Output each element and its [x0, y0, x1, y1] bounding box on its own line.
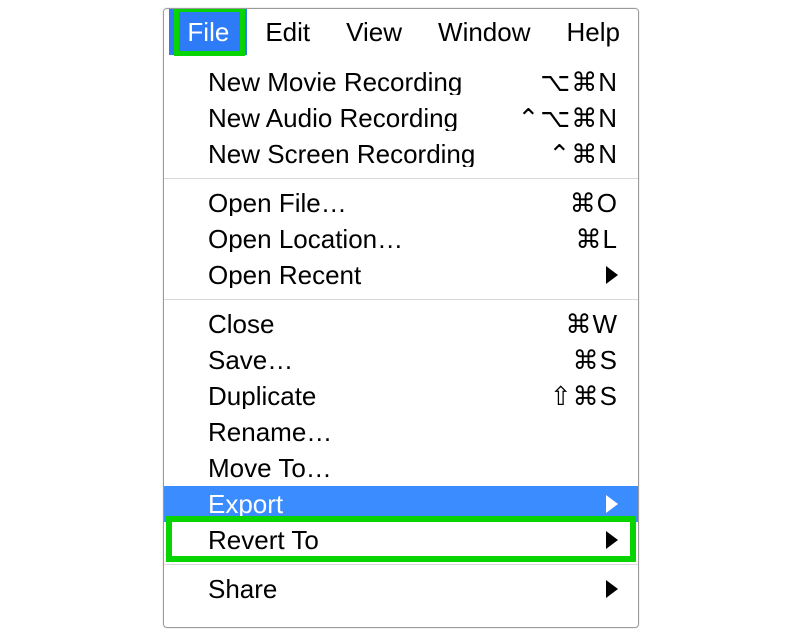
menu-item-label: Close	[208, 311, 508, 337]
menu-item-shortcut: ⌘W	[508, 311, 618, 337]
menu-item-shortcut: ⌘S	[508, 347, 618, 373]
menu-item-shortcut: ⌥⌘N	[508, 69, 618, 95]
menu-separator	[164, 564, 638, 565]
menu-item-label: Move To…	[208, 455, 618, 481]
window-frame: File Edit View Window Help New Movie Rec…	[163, 8, 639, 628]
menu-item-label: Open File…	[208, 190, 508, 216]
menu-item-label: Open Recent	[208, 262, 606, 288]
menu-item-open-file[interactable]: Open File… ⌘O	[164, 185, 638, 221]
menubar-item-edit[interactable]: Edit	[247, 9, 328, 55]
menu-item-label: Share	[208, 576, 606, 602]
menu-item-label: New Screen Recording	[208, 141, 508, 167]
menu-separator	[164, 299, 638, 300]
menu-item-label: New Movie Recording	[208, 69, 508, 95]
menu-item-label: Export	[208, 491, 606, 517]
menu-item-share[interactable]: Share	[164, 571, 638, 607]
menu-item-label: Duplicate	[208, 383, 508, 409]
menubar-item-help[interactable]: Help	[549, 9, 638, 55]
menu-item-new-movie-recording[interactable]: New Movie Recording ⌥⌘N	[164, 64, 638, 100]
menu-item-shortcut: ⇧⌘S	[508, 383, 618, 409]
menu-item-move-to[interactable]: Move To…	[164, 450, 638, 486]
menu-item-save[interactable]: Save… ⌘S	[164, 342, 638, 378]
menu-item-revert-to[interactable]: Revert To	[164, 522, 638, 558]
chevron-right-icon	[606, 495, 618, 513]
menu-item-label: Save…	[208, 347, 508, 373]
menu-item-shortcut: ⌘L	[508, 226, 618, 252]
menu-item-shortcut: ⌃⌥⌘N	[508, 105, 618, 131]
menu-separator	[164, 178, 638, 179]
menubar-item-view[interactable]: View	[328, 9, 420, 55]
menu-item-label: Revert To	[208, 527, 606, 553]
menu-item-new-screen-recording[interactable]: New Screen Recording ⌃⌘N	[164, 136, 638, 172]
chevron-right-icon	[606, 266, 618, 284]
menu-item-label: New Audio Recording	[208, 105, 508, 131]
menu-item-shortcut: ⌘O	[508, 190, 618, 216]
menubar: File Edit View Window Help	[164, 9, 638, 56]
menu-item-rename[interactable]: Rename…	[164, 414, 638, 450]
menubar-item-file[interactable]: File	[169, 9, 247, 55]
chevron-right-icon	[606, 531, 618, 549]
menu-item-export[interactable]: Export	[164, 486, 638, 522]
menu-item-open-recent[interactable]: Open Recent	[164, 257, 638, 293]
menu-item-open-location[interactable]: Open Location… ⌘L	[164, 221, 638, 257]
menu-item-close[interactable]: Close ⌘W	[164, 306, 638, 342]
menu-item-new-audio-recording[interactable]: New Audio Recording ⌃⌥⌘N	[164, 100, 638, 136]
menu-item-shortcut: ⌃⌘N	[508, 141, 618, 167]
menu-item-label: Rename…	[208, 419, 618, 445]
menu-item-duplicate[interactable]: Duplicate ⇧⌘S	[164, 378, 638, 414]
file-menu-dropdown: New Movie Recording ⌥⌘N New Audio Record…	[164, 64, 638, 607]
menu-item-label: Open Location…	[208, 226, 508, 252]
chevron-right-icon	[606, 580, 618, 598]
menubar-item-window[interactable]: Window	[420, 9, 548, 55]
